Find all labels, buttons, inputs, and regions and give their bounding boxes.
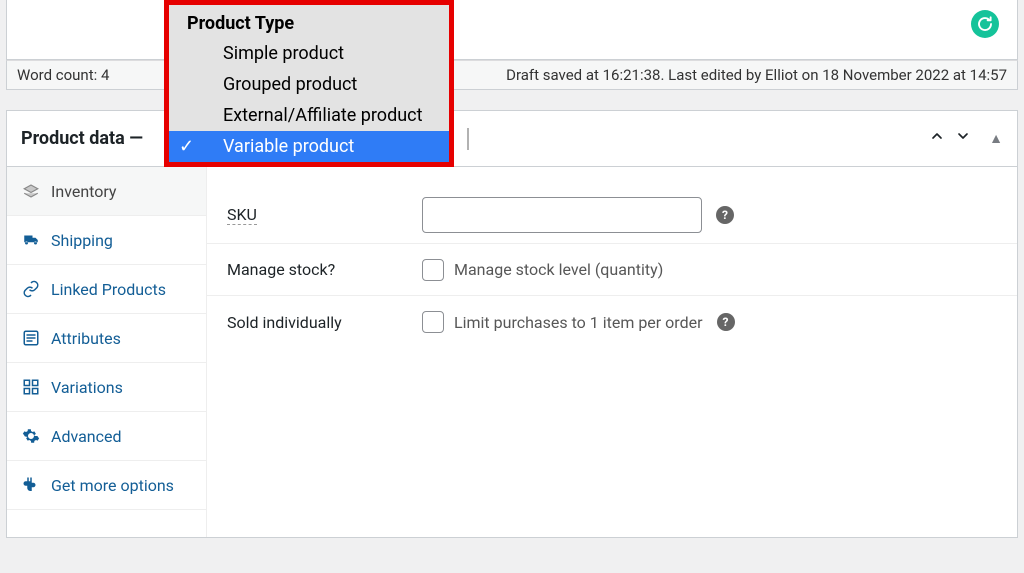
sold-individually-label: Sold individually	[227, 313, 422, 332]
tab-linked-products[interactable]: Linked Products	[7, 265, 206, 314]
sold-individually-help-icon[interactable]: ?	[717, 313, 735, 331]
grammarly-icon[interactable]	[971, 10, 999, 38]
tab-advanced-label: Advanced	[51, 427, 122, 446]
sku-field-row: SKU ?	[207, 187, 1017, 244]
attributes-icon	[21, 328, 41, 348]
move-down-button[interactable]	[955, 128, 971, 149]
tab-advanced[interactable]: Advanced	[7, 412, 206, 461]
product-data-header: Product data — ▲	[7, 111, 1017, 167]
tab-inventory-label: Inventory	[51, 182, 117, 201]
manage-stock-checkbox[interactable]	[422, 259, 444, 281]
tab-attributes[interactable]: Attributes	[7, 314, 206, 363]
collapse-toggle[interactable]: ▲	[989, 130, 1003, 147]
sku-help-icon[interactable]: ?	[716, 206, 734, 224]
word-count-label: Word count: 4	[17, 66, 109, 84]
sold-individually-checkbox[interactable]	[422, 311, 444, 333]
dropdown-option-variable[interactable]: ✓ Variable product	[169, 131, 449, 162]
inventory-panel: SKU ? Manage stock? Manage stock level (…	[207, 167, 1017, 537]
tab-variations[interactable]: Variations	[7, 363, 206, 412]
shipping-icon	[21, 230, 41, 250]
manage-stock-row: Manage stock? Manage stock level (quanti…	[207, 244, 1017, 296]
sku-input[interactable]	[422, 197, 702, 233]
product-data-tabs: Inventory Shipping Linked Products Attri…	[7, 167, 207, 537]
product-data-title: Product data —	[21, 128, 143, 149]
link-icon	[21, 279, 41, 299]
editor-content-area[interactable]	[6, 0, 1018, 60]
move-up-button[interactable]	[929, 128, 945, 149]
metabox-controls: ▲	[929, 128, 1003, 149]
tab-get-more-label: Get more options	[51, 476, 174, 495]
tab-shipping-label: Shipping	[51, 231, 113, 250]
text-cursor	[467, 128, 469, 150]
tab-linked-label: Linked Products	[51, 280, 166, 299]
sold-individually-row: Sold individually Limit purchases to 1 i…	[207, 296, 1017, 348]
variations-icon	[21, 377, 41, 397]
dropdown-option-variable-label: Variable product	[223, 136, 354, 157]
dropdown-option-external[interactable]: External/Affiliate product	[169, 100, 449, 131]
tab-inventory[interactable]: Inventory	[7, 167, 206, 216]
product-type-dropdown[interactable]: Product Type Simple product Grouped prod…	[164, 0, 454, 167]
dropdown-option-simple[interactable]: Simple product	[169, 38, 449, 69]
plugin-icon	[21, 475, 41, 495]
sku-label: SKU	[227, 205, 257, 225]
sold-individually-check-label: Limit purchases to 1 item per order	[454, 313, 703, 332]
editor-status-bar: Word count: 4 Draft saved at 16:21:38. L…	[6, 60, 1018, 90]
manage-stock-label: Manage stock?	[227, 260, 422, 279]
product-data-body: Inventory Shipping Linked Products Attri…	[7, 167, 1017, 537]
tab-attributes-label: Attributes	[51, 329, 121, 348]
tab-get-more[interactable]: Get more options	[7, 461, 206, 510]
draft-saved-info: Draft saved at 16:21:38. Last edited by …	[506, 66, 1007, 84]
tab-shipping[interactable]: Shipping	[7, 216, 206, 265]
gear-icon	[21, 426, 41, 446]
check-icon: ✓	[179, 136, 194, 157]
tab-variations-label: Variations	[51, 378, 123, 397]
inventory-icon	[21, 181, 41, 201]
dropdown-option-grouped[interactable]: Grouped product	[169, 69, 449, 100]
product-data-metabox: Product data — ▲ Inventory	[6, 110, 1018, 538]
manage-stock-check-label: Manage stock level (quantity)	[454, 260, 663, 279]
dropdown-header: Product Type	[169, 5, 449, 38]
